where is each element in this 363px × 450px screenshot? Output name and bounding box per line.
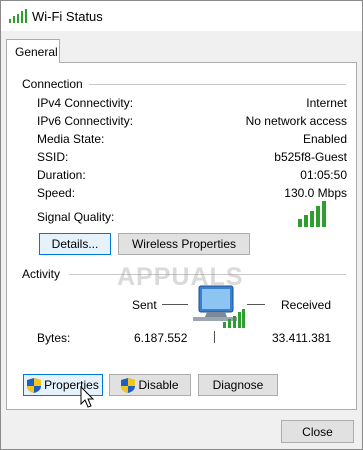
- tab-general-label: General: [15, 45, 58, 59]
- signal-bar-3: [310, 211, 314, 227]
- diagnose-button-label: Diagnose: [212, 378, 264, 392]
- signal-quality-bars-icon: [298, 201, 326, 227]
- media-state-value: Enabled: [302, 132, 347, 146]
- ipv4-value: Internet: [306, 96, 347, 110]
- connection-group-label: Connection: [22, 77, 83, 91]
- wifi-status-dialog: Wi-Fi Status General Connection IPv4 Con…: [0, 0, 363, 450]
- bytes-separator: [214, 331, 215, 343]
- wireless-properties-button[interactable]: Wireless Properties: [118, 233, 250, 255]
- signal-bar-4: [316, 206, 320, 227]
- title-bar: Wi-Fi Status: [1, 1, 362, 31]
- received-line: [247, 304, 265, 305]
- close-button[interactable]: Close: [281, 420, 354, 443]
- ssid-label: SSID:: [37, 150, 69, 164]
- diagnose-button[interactable]: Diagnose: [198, 374, 278, 396]
- ipv6-value: No network access: [245, 114, 347, 128]
- bytes-label: Bytes:: [37, 331, 71, 345]
- speed-label: Speed:: [37, 186, 76, 200]
- duration-value: 01:05:50: [300, 168, 347, 182]
- received-label: Received: [281, 298, 332, 312]
- details-button-label: Details...: [51, 237, 99, 251]
- ipv4-label: IPv4 Connectivity:: [37, 96, 134, 110]
- activity-group-label: Activity: [22, 267, 61, 281]
- speed-value: 130.0 Mbps: [284, 186, 347, 200]
- details-button[interactable]: Details...: [39, 233, 111, 255]
- sent-label: Sent: [132, 298, 157, 312]
- window-title: Wi-Fi Status: [32, 9, 103, 24]
- disable-button-label: Disable: [138, 378, 179, 392]
- admin-shield-icon: [121, 377, 136, 393]
- ssid-value: b525f8-Guest: [274, 150, 347, 164]
- signal-bar-1: [298, 219, 302, 227]
- bytes-received-value: 33.411.381: [272, 331, 332, 345]
- sent-line: [162, 304, 188, 305]
- bytes-sent-value: 6.187.552: [134, 331, 188, 345]
- duration-label: Duration:: [37, 168, 86, 182]
- signal-bar-2: [304, 215, 308, 227]
- signal-bar-5: [322, 201, 326, 227]
- ipv6-label: IPv6 Connectivity:: [37, 114, 134, 128]
- mouse-cursor-icon: [80, 386, 94, 408]
- admin-shield-icon: [27, 377, 42, 393]
- close-button-label: Close: [302, 424, 333, 439]
- wireless-properties-button-label: Wireless Properties: [131, 237, 237, 251]
- connection-divider: [89, 84, 346, 85]
- wifi-signal-icon: [9, 9, 27, 23]
- media-state-label: Media State:: [37, 132, 105, 146]
- watermark-logo: APPUALS: [117, 263, 244, 291]
- disable-button[interactable]: Disable: [109, 374, 191, 396]
- general-tab-panel: Connection IPv4 Connectivity: Internet I…: [6, 62, 357, 410]
- signal-quality-label: Signal Quality:: [37, 210, 115, 224]
- tab-general[interactable]: General: [6, 39, 60, 63]
